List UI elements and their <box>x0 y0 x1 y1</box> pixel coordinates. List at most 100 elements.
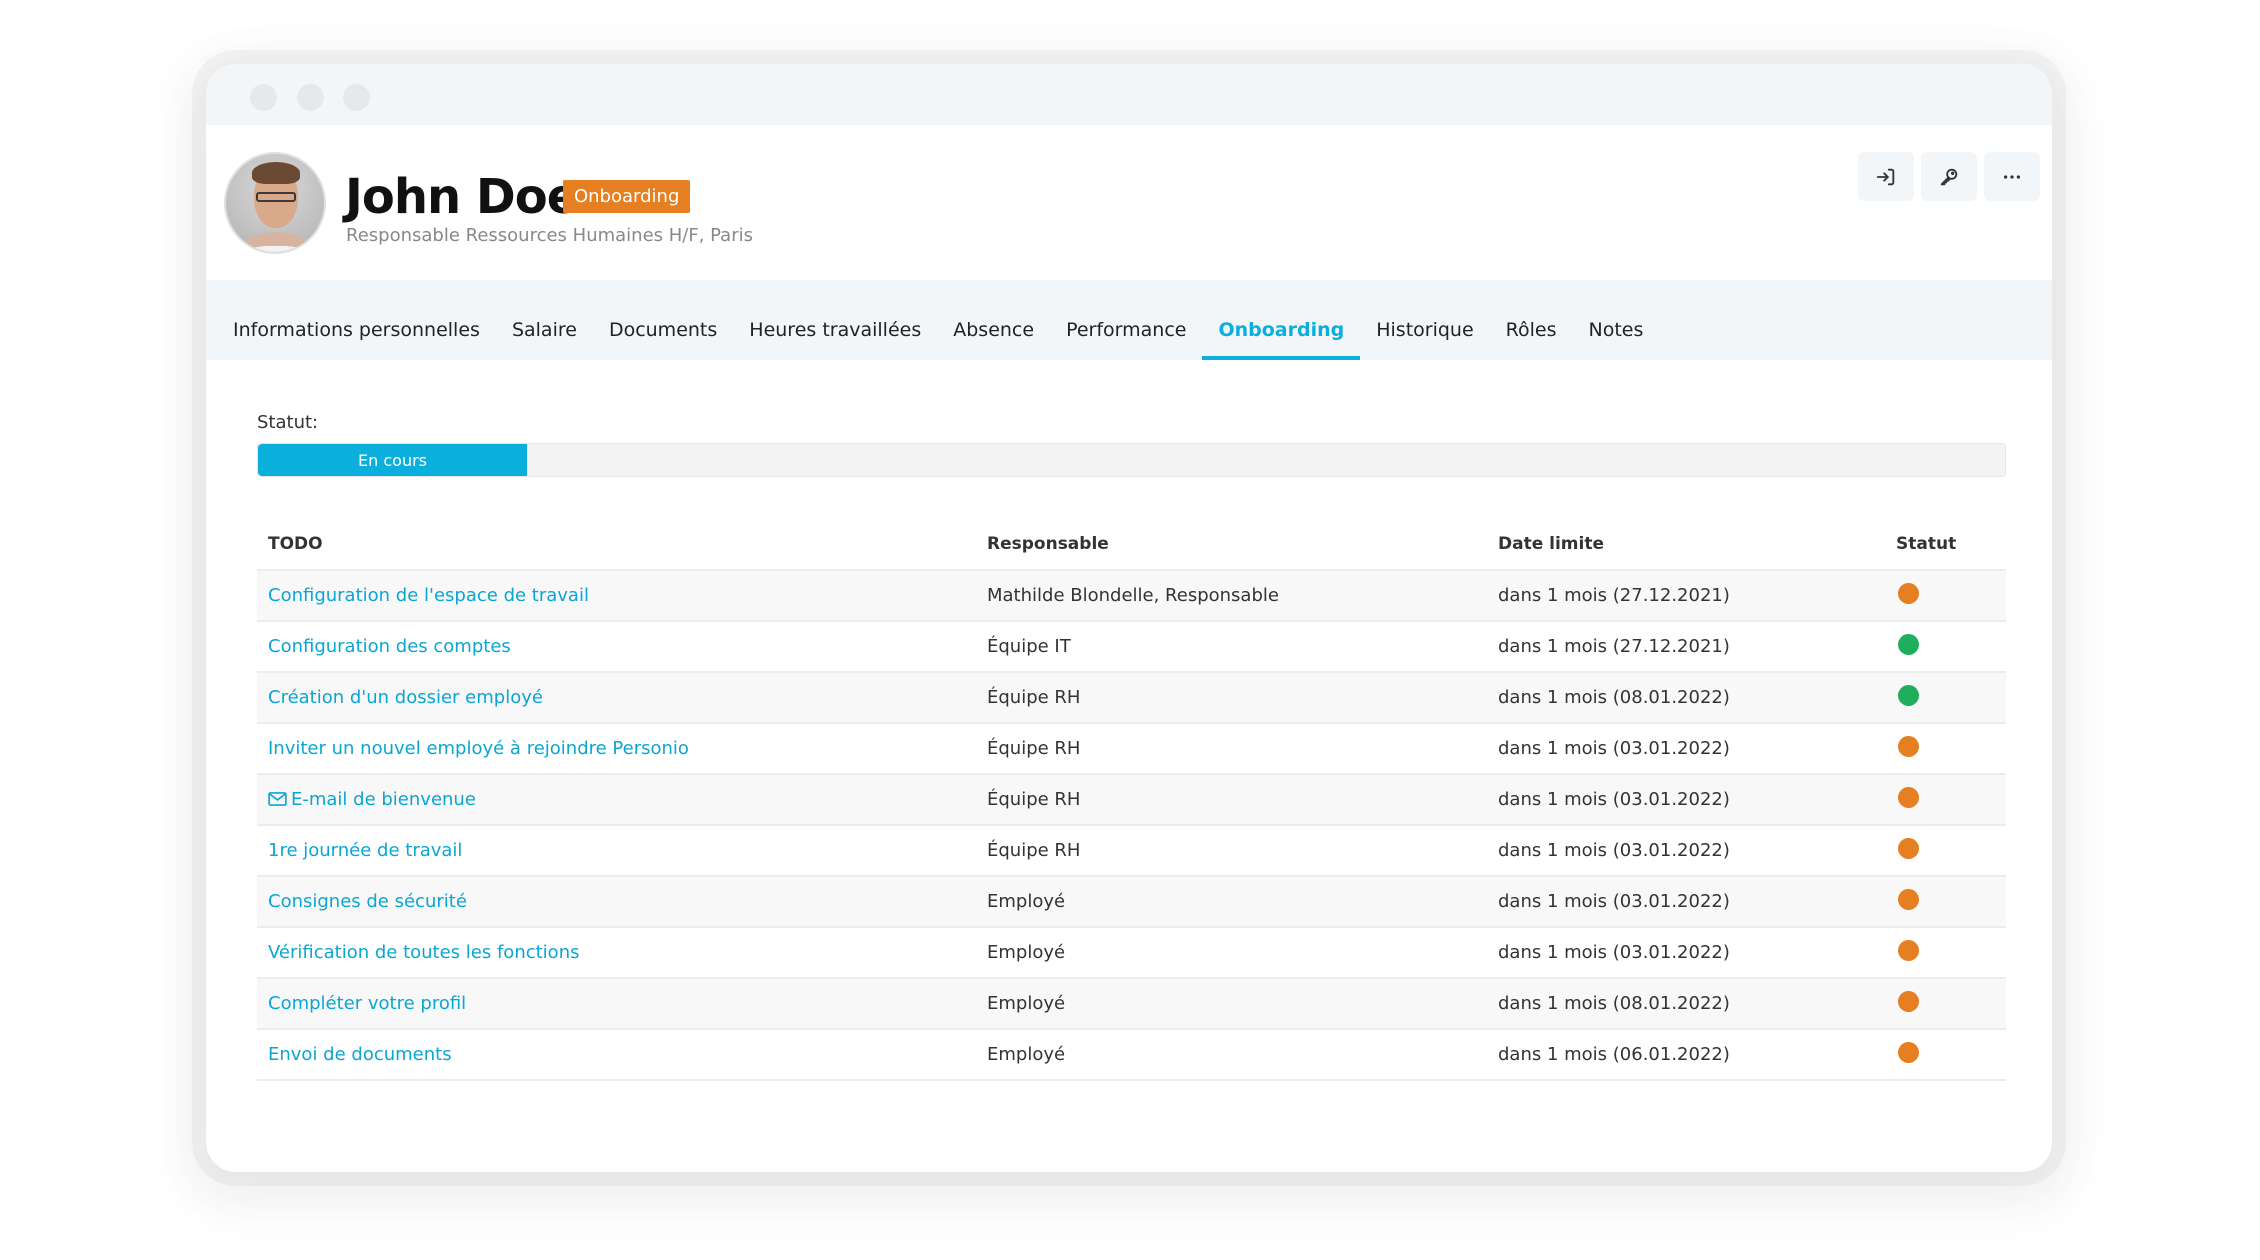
todo-cell: Consignes de sécurité <box>257 875 976 927</box>
window-control-dot[interactable] <box>250 84 277 111</box>
more-options-button[interactable] <box>1984 152 2040 201</box>
table-row: Vérification de toutes les fonctions Empl… <box>257 926 2006 978</box>
app-window: John Doe Onboarding Responsable Ressourc… <box>206 64 2052 1172</box>
table-row: Compléter votre profil Employé dans 1 mois… <box>257 977 2006 1029</box>
responsible-cell: Employé <box>976 926 1487 978</box>
due-date-cell: dans 1 mois (03.01.2022) <box>1487 722 1885 774</box>
status-dot-pending[interactable] <box>1898 735 1919 757</box>
avatar <box>224 152 326 254</box>
status-dot-pending[interactable] <box>1898 786 1919 808</box>
profile-header: John Doe Onboarding Responsable Ressourc… <box>206 125 2052 280</box>
status-dot-pending[interactable] <box>1898 990 1919 1012</box>
tab-absence[interactable]: Absence <box>937 280 1050 360</box>
status-badge: Onboarding <box>563 180 691 213</box>
todo-link[interactable]: Vérification de toutes les fonctions <box>268 942 579 963</box>
status-cell <box>1885 977 2006 1029</box>
due-date-cell: dans 1 mois (03.01.2022) <box>1487 773 1885 825</box>
status-cell <box>1885 671 2006 723</box>
responsible-cell: Employé <box>976 977 1487 1029</box>
todo-link[interactable]: Inviter un nouvel employé à rejoindre Pe… <box>268 738 689 759</box>
column-header-responsible[interactable]: Responsable <box>976 518 1487 570</box>
table-header-row: TODO Responsable Date limite Statut <box>257 518 2006 570</box>
status-dot-pending[interactable] <box>1898 582 1919 604</box>
avatar-shirt <box>244 246 308 252</box>
todo-title: Création d'un dossier employé <box>268 687 543 708</box>
table-row: E-mail de bienvenue Équipe RH dans 1 mois … <box>257 773 2006 825</box>
tab-documents[interactable]: Documents <box>593 280 733 360</box>
window-control-dot[interactable] <box>297 84 324 111</box>
access-key-button[interactable] <box>1921 152 1977 201</box>
status-dot-pending[interactable] <box>1898 888 1919 910</box>
employee-name: John Doe <box>345 169 579 225</box>
todo-link[interactable]: Consignes de sécurité <box>268 891 467 912</box>
todo-title: 1re journée de travail <box>268 840 463 861</box>
responsible-cell: Employé <box>976 1028 1487 1081</box>
status-cell <box>1885 1028 2006 1081</box>
todo-title: Consignes de sécurité <box>268 891 467 912</box>
todo-title: E-mail de bienvenue <box>291 789 476 810</box>
status-cell <box>1885 569 2006 621</box>
todo-link[interactable]: Envoi de documents <box>268 1044 452 1065</box>
todo-cell: Compléter votre profil <box>257 977 976 1029</box>
responsible-cell: Employé <box>976 875 1487 927</box>
table-row: Création d'un dossier employé Équipe RH da… <box>257 671 2006 723</box>
todo-link[interactable]: E-mail de bienvenue <box>268 789 476 810</box>
column-header-todo[interactable]: TODO <box>257 518 976 570</box>
tab-salaire[interactable]: Salaire <box>496 280 593 360</box>
todo-title: Configuration des comptes <box>268 636 511 657</box>
tab-performance[interactable]: Performance <box>1050 280 1202 360</box>
title-bar <box>206 64 2052 125</box>
todo-link[interactable]: 1re journée de travail <box>268 840 462 861</box>
todo-table: TODO Responsable Date limite Statut Conf… <box>257 518 2006 1081</box>
column-header-status[interactable]: Statut <box>1885 518 2006 570</box>
tab-heures-travaillees[interactable]: Heures travaillées <box>733 280 937 360</box>
employee-position: Responsable Ressources Humaines H/F, Par… <box>346 225 753 246</box>
todo-title: Configuration de l'espace de travail <box>268 585 589 606</box>
sign-in-icon <box>1876 168 1895 185</box>
status-cell <box>1885 620 2006 672</box>
todo-title: Inviter un nouvel employé à rejoindre Pe… <box>268 738 689 759</box>
responsible-cell: Équipe RH <box>976 722 1487 774</box>
window-control-dot[interactable] <box>343 84 370 111</box>
todo-title: Compléter votre profil <box>268 993 467 1014</box>
todo-link[interactable]: Compléter votre profil <box>268 993 466 1014</box>
due-date-cell: dans 1 mois (03.01.2022) <box>1487 875 1885 927</box>
tab-notes[interactable]: Notes <box>1573 280 1660 360</box>
tab-onboarding[interactable]: Onboarding <box>1202 280 1361 360</box>
sign-in-as-button[interactable] <box>1858 152 1914 201</box>
status-dot-pending[interactable] <box>1898 939 1919 961</box>
todo-link[interactable]: Configuration de l'espace de travail <box>268 585 589 606</box>
responsible-cell: Équipe RH <box>976 671 1487 723</box>
onboarding-progress-bar: En cours <box>257 443 2006 477</box>
column-header-due-date[interactable]: Date limite <box>1487 518 1885 570</box>
todo-link[interactable]: Configuration des comptes <box>268 636 511 657</box>
due-date-cell: dans 1 mois (06.01.2022) <box>1487 1028 1885 1081</box>
todo-cell: Vérification de toutes les fonctions <box>257 926 976 978</box>
table-row: Configuration des comptes Équipe IT dans 1… <box>257 620 2006 672</box>
todo-title: Vérification de toutes les fonctions <box>268 942 580 963</box>
status-cell <box>1885 722 2006 774</box>
status-dot-done[interactable] <box>1898 633 1919 655</box>
responsible-cell: Mathilde Blondelle, Responsable <box>976 569 1487 621</box>
status-dot-pending[interactable] <box>1898 1041 1919 1063</box>
tab-informations-personnelles[interactable]: Informations personnelles <box>217 280 496 360</box>
tab-roles[interactable]: Rôles <box>1490 280 1573 360</box>
status-dot-done[interactable] <box>1898 684 1919 706</box>
responsible-cell: Équipe RH <box>976 824 1487 876</box>
key-icon <box>1940 168 1958 185</box>
tab-bar: Informations personnelles Salaire Document… <box>206 280 2052 360</box>
table-row: Envoi de documents Employé dans 1 mois (06… <box>257 1028 2006 1081</box>
todo-link[interactable]: Création d'un dossier employé <box>268 687 543 708</box>
table-row: Configuration de l'espace de travail Math… <box>257 569 2006 621</box>
status-label: Statut: <box>257 412 319 433</box>
status-dot-pending[interactable] <box>1898 837 1919 859</box>
status-cell <box>1885 824 2006 876</box>
mail-icon <box>268 792 287 806</box>
status-cell <box>1885 773 2006 825</box>
due-date-cell: dans 1 mois (03.01.2022) <box>1487 824 1885 876</box>
todo-cell: 1re journée de travail <box>257 824 976 876</box>
status-cell <box>1885 926 2006 978</box>
tabs: Informations personnelles Salaire Document… <box>206 280 1659 360</box>
todo-title: Envoi de documents <box>268 1044 452 1065</box>
tab-historique[interactable]: Historique <box>1360 280 1489 360</box>
